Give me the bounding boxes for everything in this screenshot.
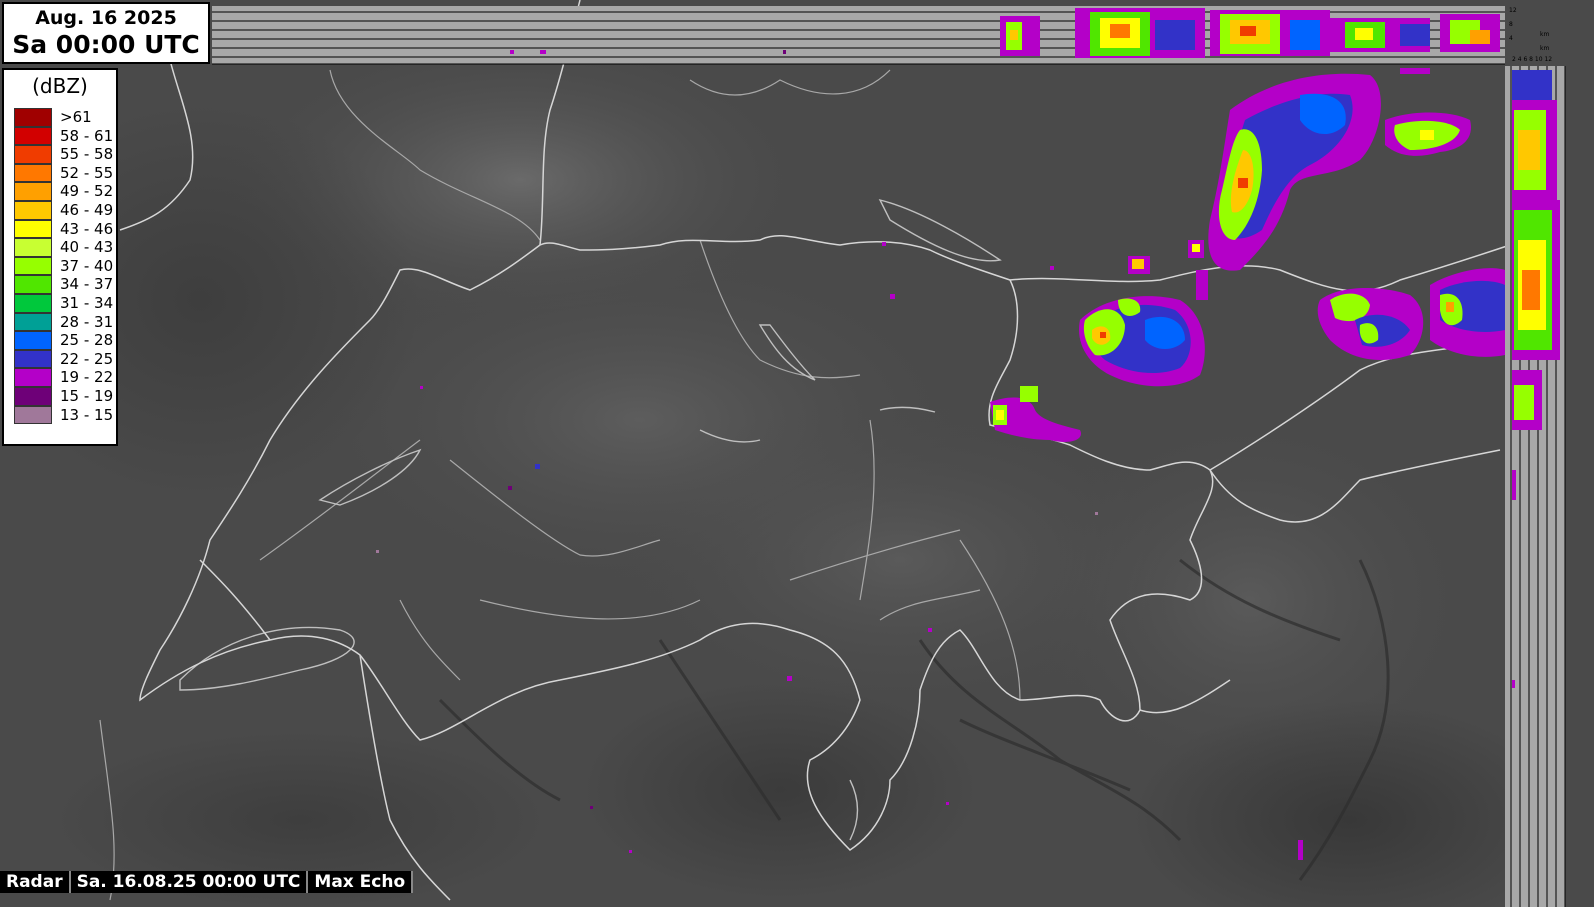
legend-label: 13 - 15 (60, 405, 114, 424)
legend-swatch (14, 275, 52, 294)
legend-swatch (14, 145, 52, 164)
date-label: Aug. 16 2025 (35, 7, 177, 29)
legend-label: 22 - 25 (60, 349, 114, 368)
legend-swatch (14, 312, 52, 332)
status-bar: Radar Sa. 16.08.25 00:00 UTC Max Echo (0, 871, 414, 893)
legend-label: 34 - 37 (60, 275, 114, 294)
legend-swatch (14, 182, 52, 201)
time-box: Aug. 16 2025 Sa 00:00 UTC (2, 2, 210, 64)
legend-swatch (14, 163, 52, 183)
svg-text:8: 8 (1509, 21, 1513, 28)
svg-text:km: km (1540, 31, 1549, 38)
legend-swatch (14, 256, 52, 276)
legend-label: 49 - 52 (60, 182, 114, 201)
legend-swatch (14, 368, 52, 387)
legend-label: 52 - 55 (60, 163, 114, 182)
svg-text:4: 4 (1509, 35, 1513, 42)
legend-label: 46 - 49 (60, 200, 114, 219)
svg-text:2 4 6 8 10 12: 2 4 6 8 10 12 (1512, 56, 1552, 63)
legend-swatch (14, 108, 52, 127)
legend-label: 40 - 43 (60, 238, 114, 257)
legend-swatch (14, 238, 52, 257)
status-mode: Max Echo (308, 871, 414, 893)
legend-swatch (14, 405, 52, 425)
legend-label: >61 (60, 108, 92, 126)
time-label: Sa 00:00 UTC (12, 30, 200, 59)
legend-swatch (14, 293, 52, 313)
legend-label: 19 - 22 (60, 368, 114, 387)
legend-label: 43 - 46 (60, 219, 114, 238)
legend-swatch (14, 200, 52, 220)
svg-text:12: 12 (1509, 7, 1517, 14)
radar-map: 12 8 4 km km 2 4 6 8 10 12 (0, 0, 1594, 907)
status-timestamp: Sa. 16.08.25 00:00 UTC (71, 871, 309, 893)
status-product: Radar (0, 871, 71, 893)
legend-swatch (14, 349, 52, 369)
legend-swatch (14, 386, 52, 406)
legend-label: 58 - 61 (60, 126, 114, 145)
legend-label: 31 - 34 (60, 293, 114, 312)
legend-swatch (14, 331, 52, 350)
legend-unit: (dBZ) (32, 74, 88, 98)
legend-swatch (14, 126, 52, 146)
legend-label: 25 - 28 (60, 331, 114, 350)
legend-label: 55 - 58 (60, 145, 114, 164)
dbz-legend: (dBZ) >61 58 - 61 55 - 58 52 - 55 49 - 52 46 … (2, 68, 118, 446)
svg-text:km: km (1540, 45, 1549, 52)
legend-swatch (14, 219, 52, 239)
legend-label: 15 - 19 (60, 386, 114, 405)
legend-label: 28 - 31 (60, 312, 114, 331)
legend-label: 37 - 40 (60, 256, 114, 275)
